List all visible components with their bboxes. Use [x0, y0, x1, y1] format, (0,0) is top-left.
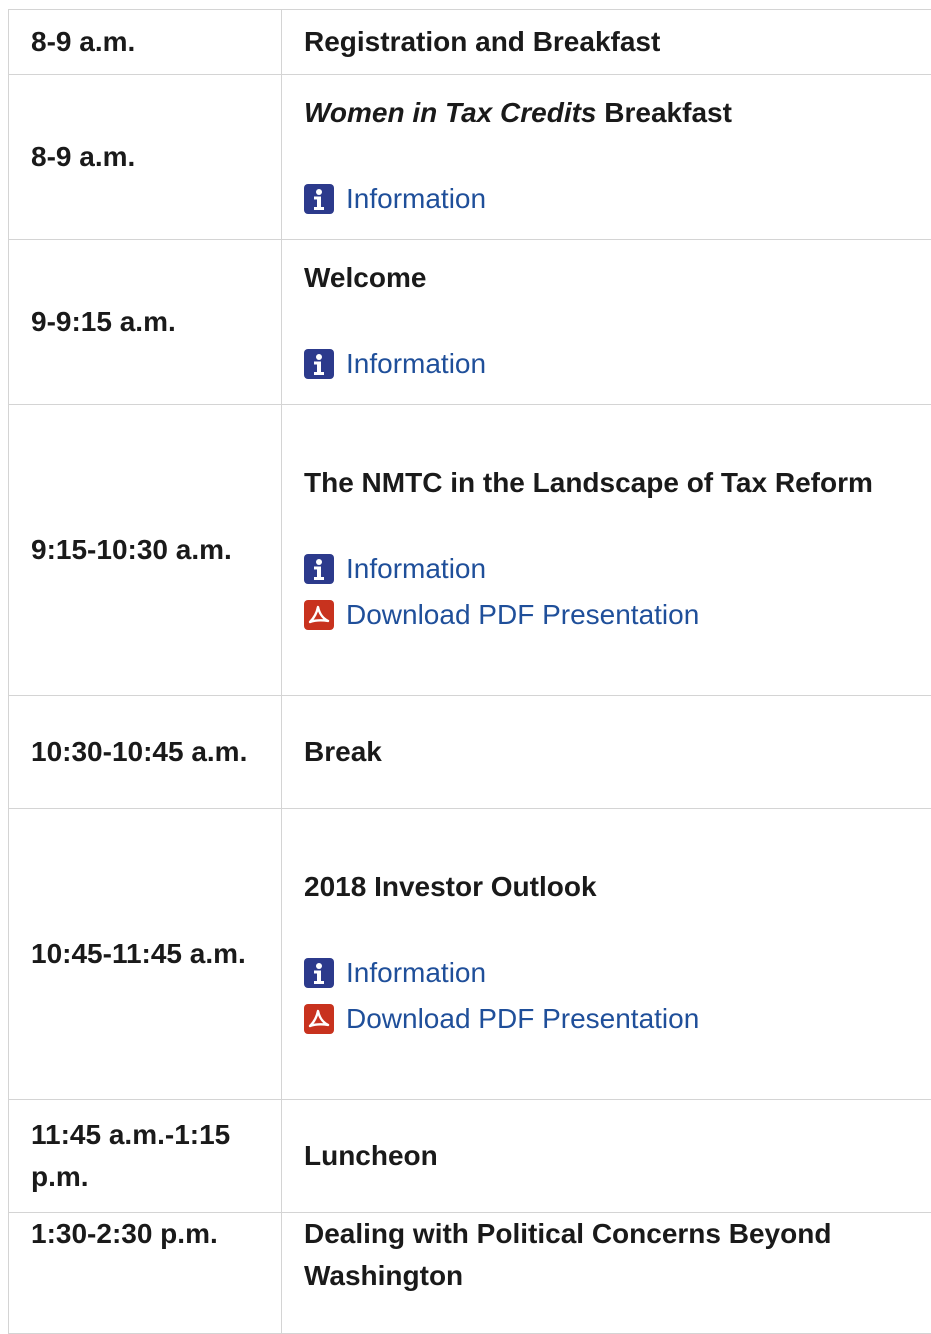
session-cell: Registration and Breakfast	[282, 10, 931, 75]
information-link-label: Information	[346, 176, 486, 222]
session-time: 9:15-10:30 a.m.	[9, 405, 282, 696]
session-time: 8-9 a.m.	[9, 75, 282, 240]
session-title: Dealing with Political Concerns Beyond W…	[304, 1213, 925, 1297]
session-title: Break	[304, 731, 925, 773]
session-cell: Women in Tax Credits Breakfast Informati…	[282, 75, 931, 240]
information-link-label: Information	[346, 341, 486, 387]
agenda-row: 1:30-2:30 p.m. Dealing with Political Co…	[9, 1213, 931, 1334]
agenda-row: 9-9:15 a.m. Welcome Information	[9, 240, 931, 405]
agenda-table: 8-9 a.m. Registration and Breakfast 8-9 …	[8, 9, 931, 1334]
session-title: 2018 Investor Outlook	[304, 866, 925, 908]
session-cell: Break	[282, 696, 931, 809]
information-link-label: Information	[346, 546, 486, 592]
download-pdf-link[interactable]: Download PDF Presentation	[304, 592, 925, 638]
agenda-row: 10:30-10:45 a.m. Break	[9, 696, 931, 809]
information-link-label: Information	[346, 950, 486, 996]
agenda-row: 9:15-10:30 a.m. The NMTC in the Landscap…	[9, 405, 931, 696]
information-link[interactable]: Information	[304, 341, 925, 387]
session-links: Information Download PDF Presentation	[304, 546, 925, 638]
session-title-italic: Women in Tax Credits	[304, 97, 597, 128]
session-time: 1:30-2:30 p.m.	[9, 1213, 282, 1334]
session-links: Information	[304, 176, 925, 222]
session-links: Information Download PDF Presentation	[304, 950, 925, 1042]
agenda-row: 11:45 a.m.-1:15 p.m. Luncheon	[9, 1100, 931, 1213]
agenda-row: 10:45-11:45 a.m. 2018 Investor Outlook I…	[9, 809, 931, 1100]
info-icon	[304, 958, 334, 988]
information-link[interactable]: Information	[304, 176, 925, 222]
information-link[interactable]: Information	[304, 546, 925, 592]
download-pdf-label: Download PDF Presentation	[346, 592, 699, 638]
session-cell: Luncheon	[282, 1100, 931, 1213]
session-cell: 2018 Investor Outlook Information Downlo…	[282, 809, 931, 1100]
agenda-row: 8-9 a.m. Women in Tax Credits Breakfast …	[9, 75, 931, 240]
session-time: 11:45 a.m.-1:15 p.m.	[9, 1100, 282, 1213]
download-pdf-label: Download PDF Presentation	[346, 996, 699, 1042]
session-time: 10:30-10:45 a.m.	[9, 696, 282, 809]
session-title: Registration and Breakfast	[304, 21, 925, 63]
session-title-rest: Breakfast	[597, 97, 732, 128]
information-link[interactable]: Information	[304, 950, 925, 996]
session-title: Luncheon	[304, 1135, 925, 1177]
session-cell: Dealing with Political Concerns Beyond W…	[282, 1213, 931, 1334]
info-icon	[304, 349, 334, 379]
session-title: Welcome	[304, 257, 925, 299]
session-title: The NMTC in the Landscape of Tax Reform	[304, 462, 925, 504]
session-time: 9-9:15 a.m.	[9, 240, 282, 405]
pdf-icon	[304, 600, 334, 630]
info-icon	[304, 554, 334, 584]
info-icon	[304, 184, 334, 214]
session-time: 10:45-11:45 a.m.	[9, 809, 282, 1100]
session-cell: Welcome Information	[282, 240, 931, 405]
agenda-row: 8-9 a.m. Registration and Breakfast	[9, 10, 931, 75]
session-cell: The NMTC in the Landscape of Tax Reform …	[282, 405, 931, 696]
session-title: Women in Tax Credits Breakfast	[304, 92, 925, 134]
session-links: Information	[304, 341, 925, 387]
pdf-icon	[304, 1004, 334, 1034]
download-pdf-link[interactable]: Download PDF Presentation	[304, 996, 925, 1042]
session-time: 8-9 a.m.	[9, 10, 282, 75]
